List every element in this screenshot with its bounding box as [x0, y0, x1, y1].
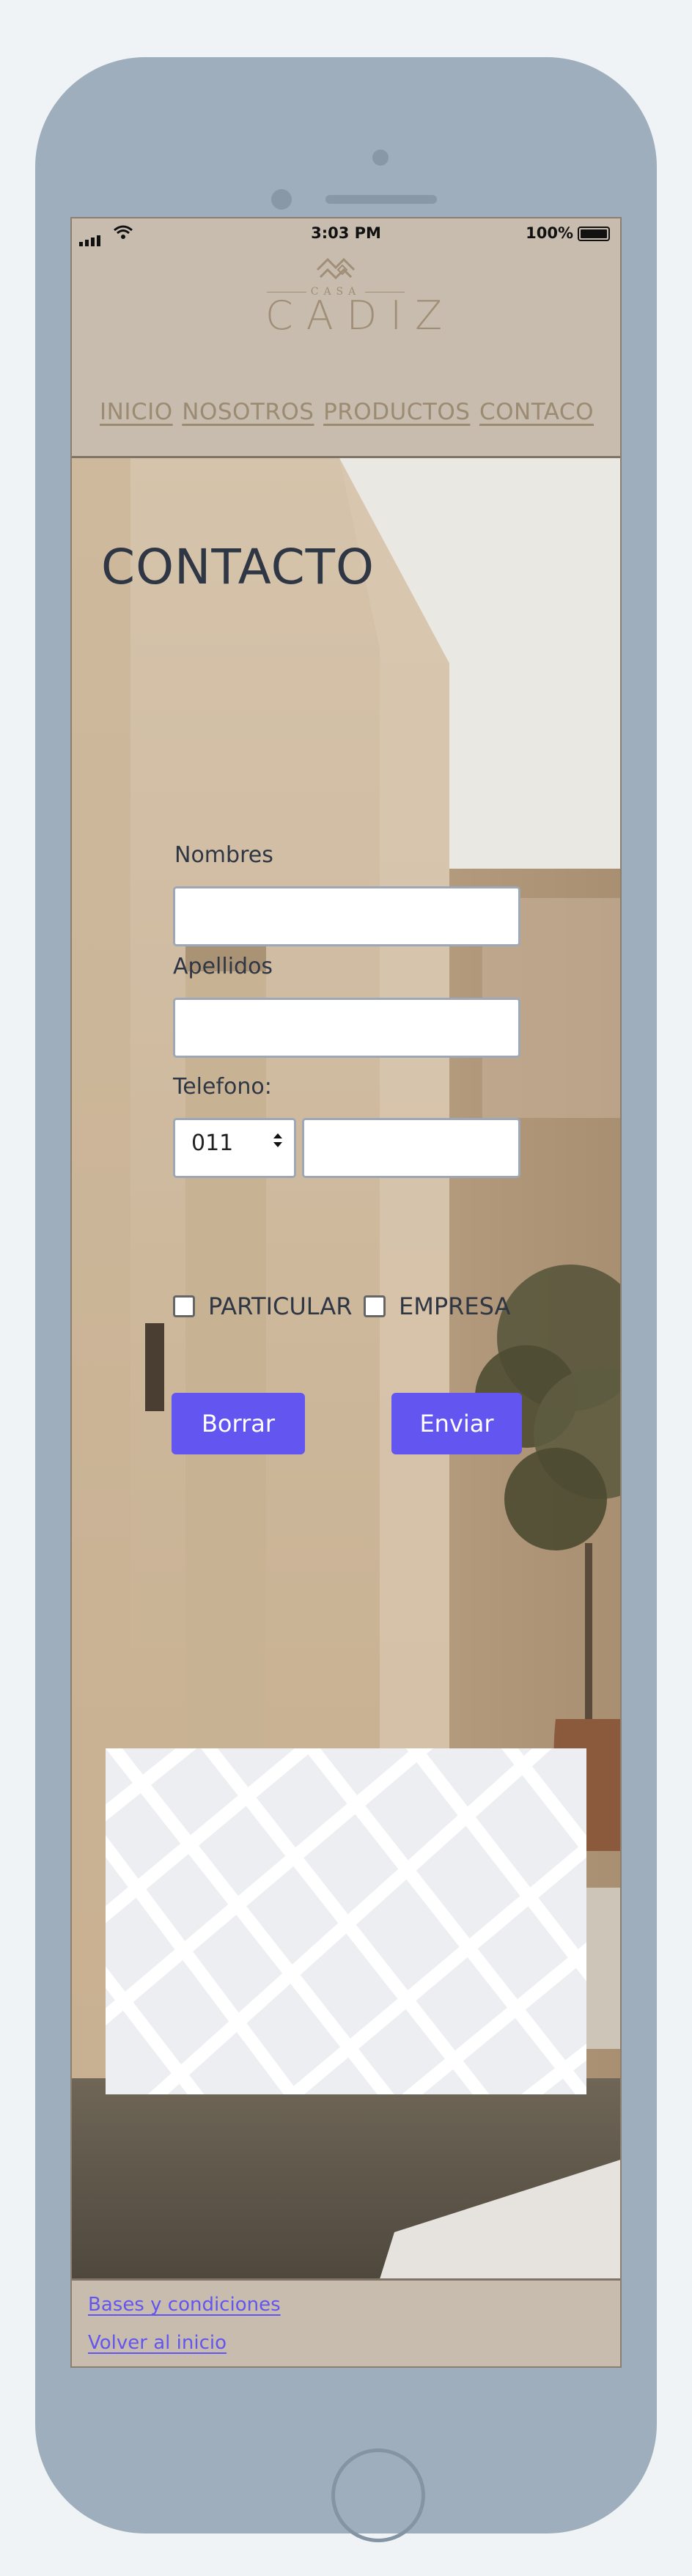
brand-logo[interactable]: CASA CADIZ [255, 255, 456, 342]
earpiece-speaker [325, 195, 437, 204]
map-placeholder [106, 1748, 586, 2094]
select-arrows-icon [273, 1133, 281, 1147]
location-map[interactable] [106, 1748, 586, 2094]
checkbox-empresa[interactable] [364, 1295, 386, 1317]
nav-item-contacto[interactable]: CONTACO [479, 399, 594, 425]
checkbox-particular[interactable] [173, 1295, 195, 1317]
roof-emblem-icon [316, 257, 356, 280]
first-name-field[interactable] [173, 886, 520, 946]
terms-link[interactable]: Bases y condiciones [88, 2294, 281, 2316]
home-link[interactable]: Volver al inicio [88, 2332, 227, 2354]
front-camera [271, 189, 292, 210]
area-code-select[interactable]: 011 [173, 1118, 296, 1178]
nav-item-nosotros[interactable]: NOSOTROS [182, 399, 314, 425]
phone-screen: 3:03 PM 100% CASA CADIZ INICIO NOSOTROS … [70, 217, 622, 2368]
proximity-sensor [372, 150, 389, 166]
battery-icon [578, 227, 610, 241]
contact-section: CONTACTO Nombres Apellidos Telefono: 011… [72, 458, 620, 2279]
phone-number-field[interactable] [302, 1118, 520, 1178]
nav-item-productos[interactable]: PRODUCTOS [323, 399, 470, 425]
last-name-field[interactable] [173, 998, 520, 1058]
first-name-label: Nombres [174, 842, 273, 868]
last-name-label: Apellidos [173, 954, 273, 979]
brand-name: CADIZ [265, 292, 456, 339]
area-code-value: 011 [191, 1130, 234, 1156]
home-button[interactable] [331, 2448, 425, 2542]
checkbox-particular-label: PARTICULAR [208, 1292, 353, 1320]
battery-indicator: 100% [526, 224, 610, 242]
page-title: CONTACTO [101, 539, 375, 595]
reset-button[interactable]: Borrar [172, 1393, 305, 1454]
nav-item-inicio[interactable]: INICIO [100, 399, 173, 425]
submit-button[interactable]: Enviar [391, 1393, 522, 1454]
status-bar: 3:03 PM 100% [72, 218, 620, 248]
checkbox-empresa-label: EMPRESA [399, 1292, 511, 1320]
battery-percent: 100% [526, 224, 573, 242]
main-nav: INICIO NOSOTROS PRODUCTOS CONTACO [72, 399, 620, 425]
page-footer: Bases y condiciones Volver al inicio [72, 2278, 620, 2366]
phone-label: Telefono: [173, 1074, 272, 1100]
